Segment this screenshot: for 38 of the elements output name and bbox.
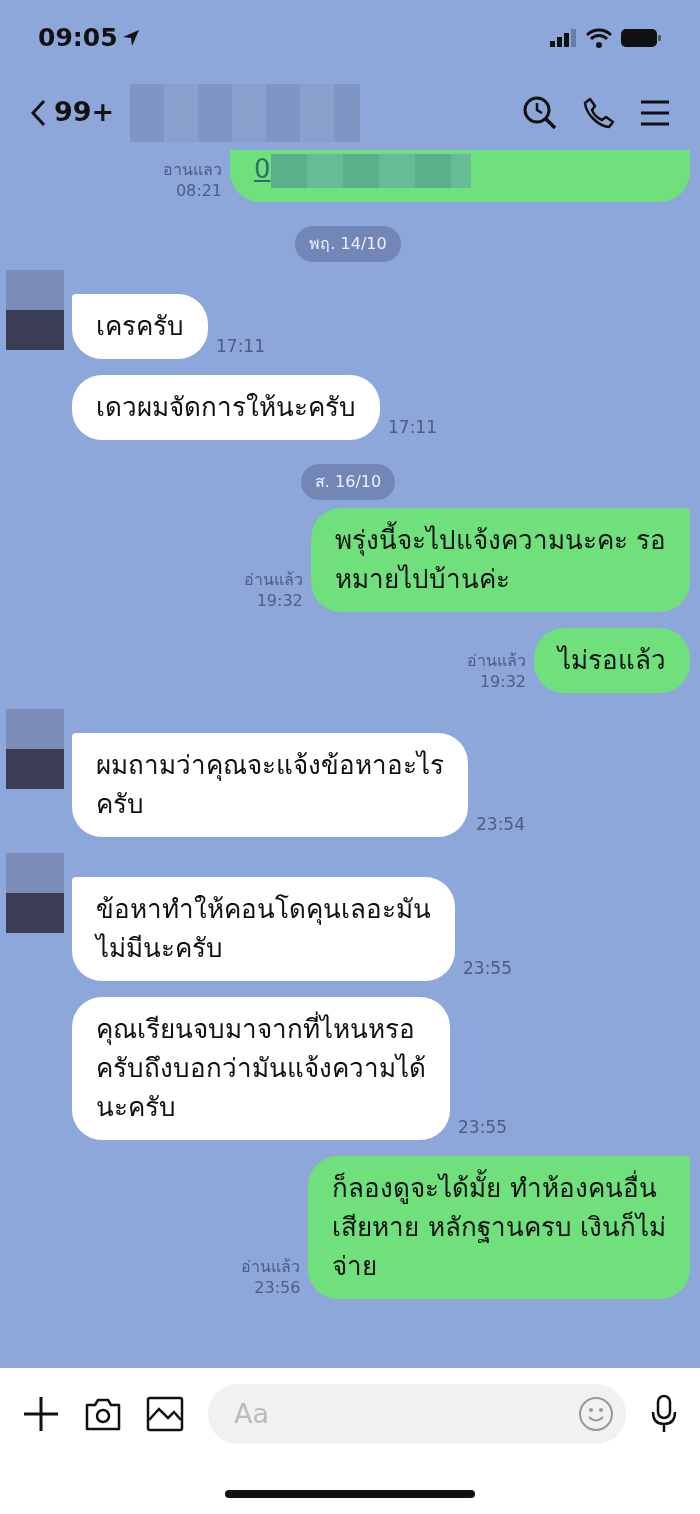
- message-bubble: พรุ่งนี้จะไปแจ้งความนะคะ รอ หมายไปบ้านค่ะ: [310, 508, 690, 612]
- plus-icon[interactable]: [22, 1395, 60, 1433]
- message-time: 23:55: [463, 956, 512, 980]
- message-bubble: ข้อหาทำให้คอนโดคุนเลอะมัน ไม่มีนะครับ: [72, 877, 455, 981]
- wifi-icon: [586, 27, 612, 48]
- date-separator: ส. 16/10: [300, 464, 396, 500]
- message-bubble: ก็ลองดูจะได้มั้ย ทำห้องคนอื่น เสียหาย หลักฐานครบ เงินก็ไม่ จ่าย: [308, 1156, 690, 1299]
- message-bubble: เครครับ: [72, 294, 208, 359]
- read-receipt: อ่านแล้ว: [241, 1257, 301, 1279]
- message-time: 23:56: [253, 1278, 301, 1299]
- read-receipt: อ่านแล้ว: [467, 651, 526, 673]
- date-separator: พฤ. 14/10: [295, 226, 401, 262]
- message-time: 19:32: [255, 591, 303, 612]
- phone-icon[interactable]: [582, 95, 616, 130]
- microphone-icon[interactable]: [650, 1394, 678, 1434]
- search-icon[interactable]: [522, 94, 558, 131]
- message-bubble: ไม่รอแล้ว: [534, 628, 690, 693]
- message-bubble: คุณเรียนจบมาจากที่ไหนหรอ ครับถึงบอกว่ามันแจ้งความได้ นะครับ: [72, 997, 450, 1140]
- back-button[interactable]: 99+: [30, 92, 115, 133]
- message-time: 23:55: [458, 1115, 507, 1139]
- message-time: 17:11: [388, 415, 437, 439]
- message-bubble: 0: [230, 150, 690, 202]
- message-time: 17:11: [216, 334, 265, 358]
- image-icon[interactable]: [146, 1396, 184, 1432]
- read-receipt: อานแลว: [163, 160, 222, 182]
- read-receipt: อ่านแล้ว: [243, 570, 303, 592]
- message-time: 19:32: [478, 672, 526, 693]
- message-time: 08:21: [174, 181, 222, 202]
- battery-icon: [620, 27, 662, 48]
- message-bubble: เดวผมจัดการให้นะครับ: [72, 375, 380, 440]
- location-arrow-icon: [121, 28, 140, 47]
- status-time: 09:05: [38, 21, 118, 54]
- signal-icon: [550, 28, 578, 47]
- camera-icon[interactable]: [84, 1396, 122, 1432]
- message-time: 23:54: [476, 812, 525, 836]
- back-chevron-icon[interactable]: [30, 98, 46, 127]
- message-bubble: ผมถามว่าคุณจะแจ้งข้อหาอะไร ครับ: [72, 733, 468, 837]
- menu-icon[interactable]: [640, 98, 670, 127]
